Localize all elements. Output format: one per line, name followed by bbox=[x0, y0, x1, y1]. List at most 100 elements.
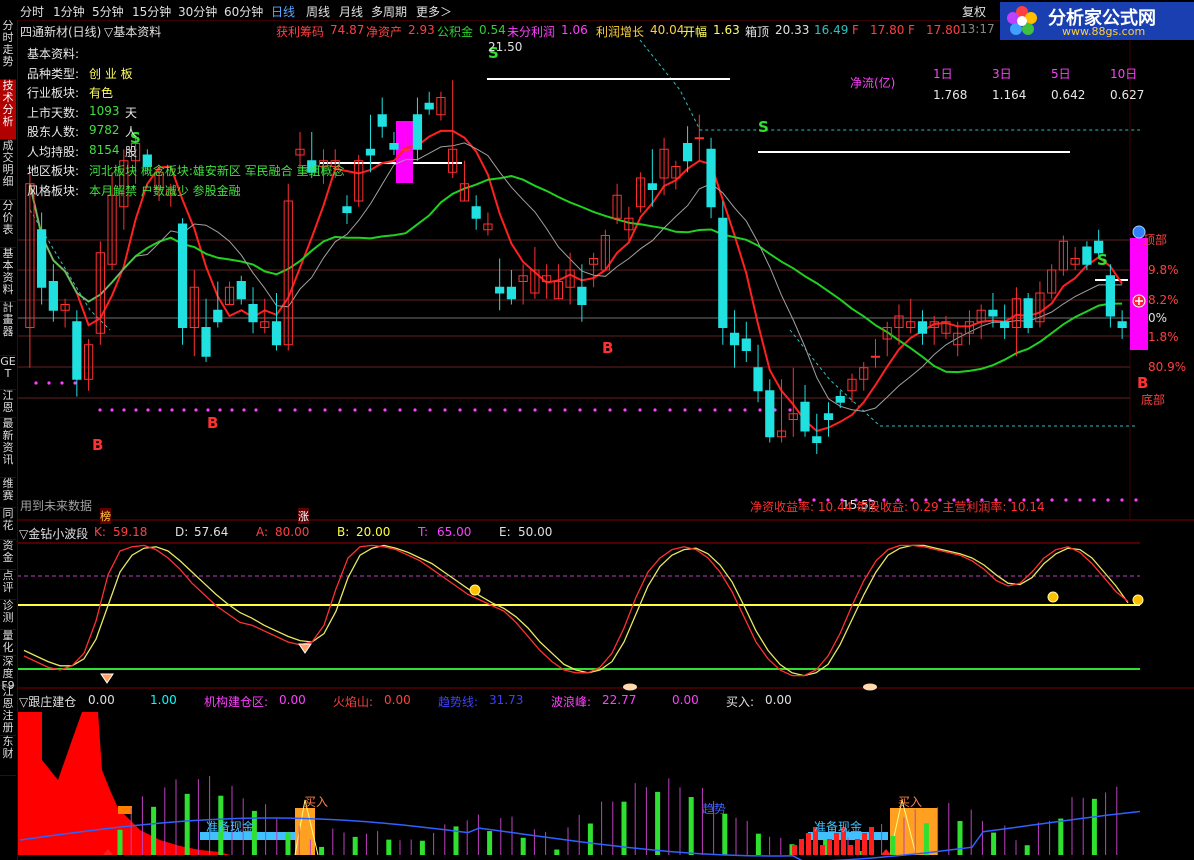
candle-body bbox=[694, 137, 704, 140]
candle-body bbox=[577, 286, 587, 305]
indicator-label: A: bbox=[256, 525, 269, 539]
zone-label-cash-2: 准备现金 bbox=[814, 820, 863, 834]
net-flow-value: 0.642 bbox=[1051, 88, 1086, 102]
metric-label: 箱顶 bbox=[745, 25, 770, 39]
timeframe-tab[interactable]: 周线 bbox=[306, 3, 330, 20]
sidebar-tab[interactable]: 深度F9 bbox=[0, 656, 16, 692]
candle-body bbox=[729, 332, 740, 346]
indicator-label: K: bbox=[94, 525, 106, 539]
volume-bar bbox=[419, 840, 425, 855]
candle-body bbox=[236, 281, 246, 300]
timeframe-tab[interactable]: 1分钟 bbox=[53, 3, 85, 20]
right-level-label: 底部 bbox=[1141, 393, 1166, 407]
support-dot bbox=[608, 408, 612, 412]
net-flow-header: 1日 bbox=[933, 67, 953, 81]
support-dot bbox=[698, 408, 702, 412]
indicator-label: B: bbox=[337, 525, 350, 539]
logo-url: www.88gs.com bbox=[1062, 25, 1146, 38]
sidebar-tab[interactable]: 江恩注册 bbox=[0, 686, 16, 736]
left-sidebar: 分时走势 技术分析 成交明细 分价表 基本资料 計畫器 GET 江恩 最新资讯 维赛 同花 资金 点评诊… bbox=[0, 20, 18, 860]
sidebar-tab[interactable]: 资金 bbox=[0, 540, 16, 570]
support-dot bbox=[254, 408, 258, 412]
info-value: 1093 bbox=[89, 103, 120, 118]
timeframe-tab[interactable]: 5分钟 bbox=[92, 3, 124, 20]
support-dot bbox=[308, 408, 312, 412]
support-dot bbox=[293, 408, 297, 412]
sidebar-tab[interactable]: 基本资料 bbox=[0, 248, 16, 302]
candle-body bbox=[741, 338, 751, 351]
support-dot bbox=[1106, 498, 1110, 502]
sidebar-tab[interactable]: 点评 bbox=[0, 570, 16, 600]
trend-label: 趋势 bbox=[702, 802, 727, 816]
support-dot bbox=[473, 408, 477, 412]
support-dot bbox=[182, 408, 186, 412]
main-subtitle[interactable]: ▽基本资料 bbox=[104, 23, 161, 40]
metric-value: 2.93 bbox=[408, 23, 435, 37]
candle-body bbox=[1023, 298, 1033, 328]
timeframe-tab[interactable]: 分时 bbox=[20, 3, 44, 20]
sidebar-tab[interactable]: 分价表 bbox=[0, 200, 16, 248]
metric-label: 未分利润 bbox=[507, 25, 556, 39]
metric-label: 公积金 bbox=[437, 25, 474, 39]
volume-bar bbox=[1024, 845, 1030, 855]
vol-panel-title[interactable]: ▽跟庄建仓 bbox=[19, 693, 76, 710]
timeframe-tab[interactable]: 15分钟 bbox=[132, 3, 171, 20]
diamond-icon bbox=[298, 643, 312, 654]
right-level-label: 8.2% bbox=[1148, 293, 1179, 307]
support-dot bbox=[533, 408, 537, 412]
sidebar-tab[interactable]: 江恩 bbox=[0, 390, 16, 418]
support-dot bbox=[743, 408, 747, 412]
support-dot bbox=[47, 381, 51, 385]
info-label: 股东人数: bbox=[27, 125, 80, 139]
candle-body bbox=[495, 286, 505, 294]
indicator-label: 火焰山: bbox=[333, 695, 374, 709]
metric-value: 40.04 bbox=[650, 23, 685, 37]
metric-value: 1.06 bbox=[561, 23, 588, 37]
metric-value: 17.80 bbox=[926, 23, 961, 37]
indicator-value: 80.00 bbox=[275, 525, 310, 539]
candle-body bbox=[389, 143, 399, 150]
volume-bar bbox=[587, 823, 593, 855]
sidebar-tab[interactable]: 技术分析 bbox=[0, 80, 16, 140]
sidebar-tab[interactable]: 分时走势 bbox=[0, 20, 16, 80]
main-chart[interactable]: SSSSBBBB bbox=[0, 0, 1194, 860]
support-dot bbox=[503, 408, 507, 412]
sidebar-tab[interactable]: 同花 bbox=[0, 508, 16, 540]
sidebar-tab[interactable]: 最新资讯 bbox=[0, 418, 16, 478]
timeframe-tab[interactable]: 30分钟 bbox=[178, 3, 217, 20]
support-dot bbox=[110, 408, 114, 412]
support-dot bbox=[383, 408, 387, 412]
fuquan-button[interactable]: 复权 bbox=[962, 3, 986, 20]
support-dot bbox=[1092, 498, 1096, 502]
support-dot bbox=[134, 408, 138, 412]
sidebar-tab[interactable]: 成交明细 bbox=[0, 140, 16, 200]
timeframe-tab[interactable]: 60分钟 bbox=[224, 3, 263, 20]
net-flow-header: 10日 bbox=[1110, 67, 1138, 81]
sidebar-tab[interactable]: 东财 bbox=[0, 736, 16, 776]
kd-panel-title[interactable]: ▽金钻小波段 bbox=[19, 525, 88, 542]
support-dot bbox=[653, 408, 657, 412]
support-dot bbox=[122, 408, 126, 412]
pill-icon bbox=[863, 683, 877, 691]
candle-body bbox=[682, 143, 693, 162]
volume-bar bbox=[957, 821, 963, 855]
candle-body bbox=[1105, 275, 1115, 317]
position-bar bbox=[1130, 238, 1148, 350]
kd-k-line bbox=[23, 544, 1129, 677]
sidebar-tab[interactable]: 量化 bbox=[0, 630, 16, 656]
timeframe-tab[interactable]: 多周期 bbox=[371, 3, 407, 20]
sidebar-tab[interactable]: 维赛 bbox=[0, 478, 16, 508]
timeframe-tab[interactable]: 月线 bbox=[339, 3, 363, 20]
sidebar-tab[interactable]: GET bbox=[0, 356, 16, 390]
right-level-label: 9.8% bbox=[1148, 263, 1179, 277]
sidebar-tab[interactable]: 計畫器 bbox=[0, 302, 16, 356]
timeframe-tab[interactable]: 更多＞ bbox=[416, 3, 452, 20]
candle-body bbox=[412, 114, 423, 150]
sidebar-tab[interactable]: 诊测 bbox=[0, 600, 16, 630]
volume-bar bbox=[1091, 798, 1097, 855]
timeframe-tab[interactable]: 日线 bbox=[271, 3, 295, 20]
volume-bar bbox=[890, 836, 896, 855]
info-label: 品种类型: bbox=[27, 66, 80, 81]
info-value: 本月解禁 户数减少 参股金融 bbox=[89, 183, 241, 198]
support-dot bbox=[230, 408, 234, 412]
